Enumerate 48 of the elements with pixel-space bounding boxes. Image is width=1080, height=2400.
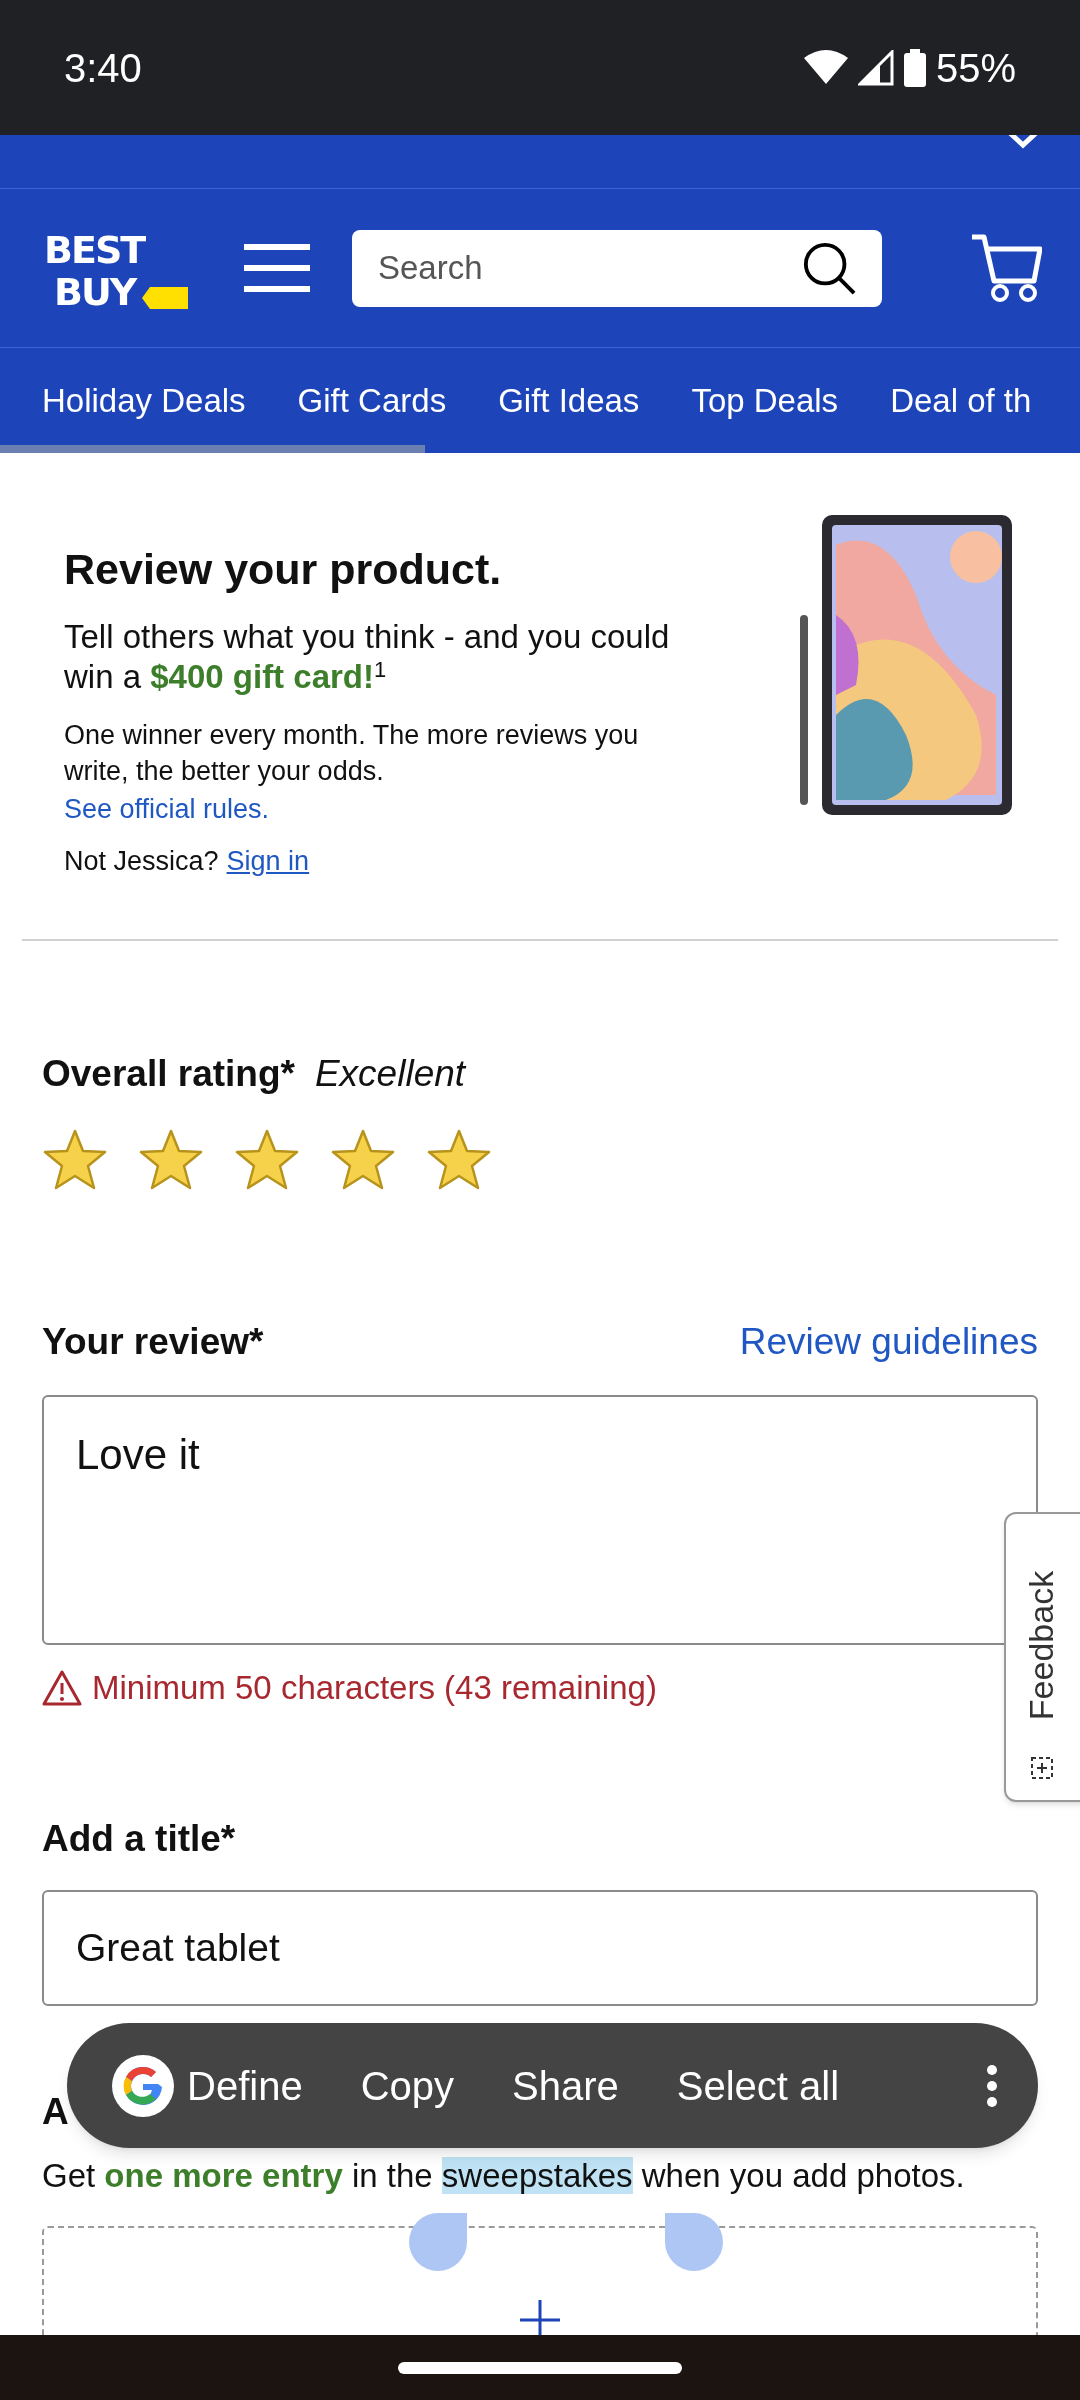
promo-details: One winner every month. The more reviews you write, the better your odds. (64, 719, 640, 788)
nav-tab[interactable]: Gift Ideas (498, 375, 640, 426)
menu-action[interactable]: Share (512, 2055, 619, 2116)
rating-label: Overall rating* (42, 1052, 295, 1096)
selection-handle[interactable] (409, 2213, 467, 2271)
chevron-icon (1008, 135, 1038, 151)
battery-percent: 55% (935, 44, 1016, 92)
error-message: Minimum 50 characters (43 remaining) (92, 1668, 657, 1708)
menu-action[interactable]: Copy (360, 2055, 454, 2116)
nav-tab[interactable]: Deal of th (890, 375, 1032, 426)
menu-action[interactable]: Select all (676, 2055, 840, 2116)
nav-tab[interactable]: Gift Cards (297, 375, 447, 426)
warning-icon (42, 1669, 82, 1706)
promo-title: Review your product. (64, 544, 503, 595)
star-icon[interactable] (330, 1127, 396, 1192)
search-field[interactable]: Search (352, 229, 882, 307)
review-label: Your review* (42, 1319, 264, 1364)
star-icon[interactable] (138, 1127, 204, 1192)
selection-handle[interactable] (665, 2213, 723, 2271)
star-icon[interactable] (426, 1127, 492, 1192)
photos-note: Get one more entry in the sweepstakes when you add photos. (42, 2156, 966, 2196)
star-icon[interactable] (234, 1127, 300, 1192)
search-placeholder: Search (378, 248, 483, 289)
rating-value: Excellent (314, 1052, 466, 1096)
title-field[interactable]: Great tablet (42, 1890, 1038, 2006)
official-rules-link[interactable]: See official rules. (64, 789, 704, 829)
not-user-text: Not Jessica? (64, 845, 219, 878)
search-icon (802, 241, 856, 295)
feedback-tab[interactable]: Feedback (1004, 1512, 1080, 1802)
nav-tab[interactable]: Top Deals (691, 375, 839, 426)
cart-icon[interactable] (970, 233, 1042, 303)
nav-tab[interactable]: Holiday Deals (42, 375, 246, 426)
star-icon[interactable] (42, 1127, 108, 1192)
menu-icon (244, 243, 310, 293)
wifi-icon (803, 49, 848, 86)
more-icon[interactable] (986, 2063, 998, 2108)
review-guidelines-link[interactable]: Review guidelines (739, 1313, 1038, 1369)
sign-in-link[interactable]: Sign in (226, 841, 310, 881)
feedback-icon (1030, 1756, 1054, 1780)
promo-text: Tell others what you think - and you could win a $400 gift card!$^{1}$ (64, 617, 671, 697)
battery-icon (903, 48, 926, 87)
google-icon[interactable] (111, 2053, 175, 2118)
home-indicator[interactable] (398, 2361, 682, 2374)
menu-action[interactable]: Define (187, 2055, 303, 2116)
store-logo: BEST BUY (42, 225, 190, 311)
signal-icon (857, 49, 894, 86)
title-label: Add a title* (42, 1817, 236, 1859)
clock-time: 3:40 (64, 44, 142, 92)
